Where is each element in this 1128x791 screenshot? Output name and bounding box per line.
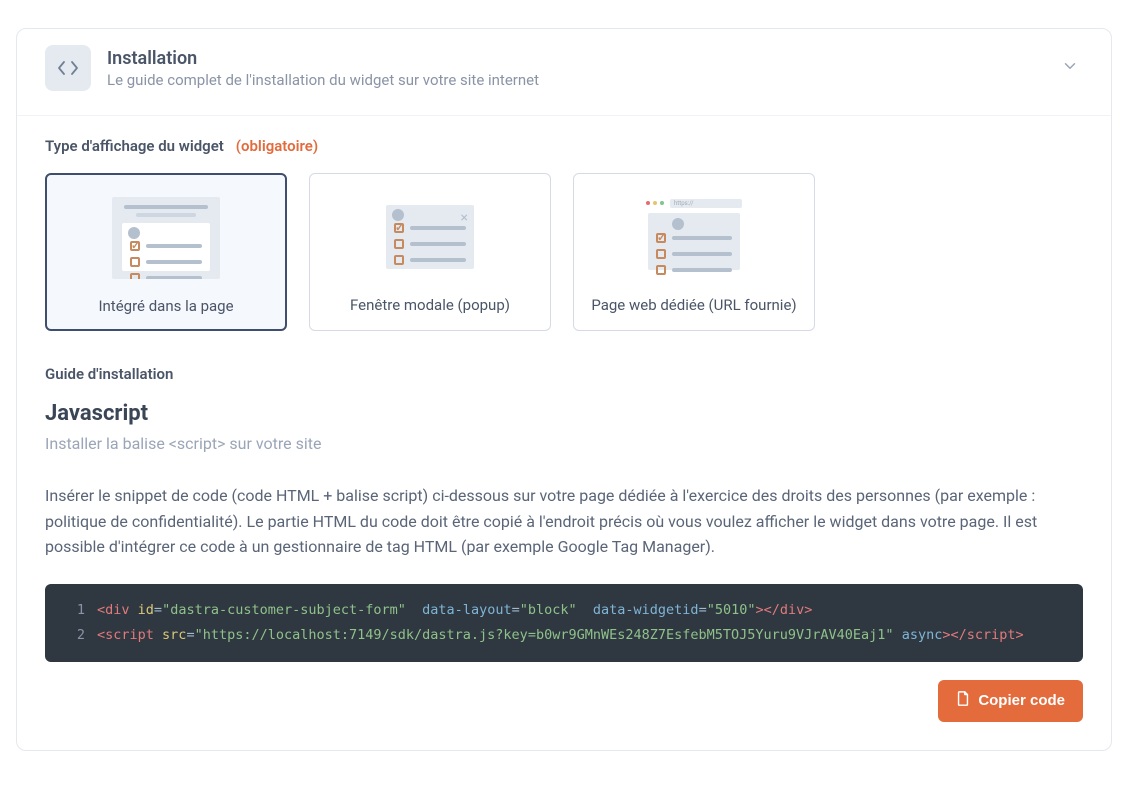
card-body: Type d'affichage du widget (obligatoire)… <box>17 115 1111 750</box>
display-options: Intégré dans la page × <box>45 173 1083 331</box>
header-subtitle: Le guide complet de l'installation du wi… <box>107 71 1041 89</box>
required-tag: (obligatoire) <box>236 137 318 155</box>
javascript-sub: Installer la balise <script> sur votre s… <box>45 434 1083 453</box>
line-number: 1 <box>61 598 85 623</box>
option-page-illustration: https:// <box>640 196 748 278</box>
option-label: Fenêtre modale (popup) <box>350 296 510 314</box>
option-label: Page web dédiée (URL fournie) <box>591 296 796 314</box>
guide-label: Guide d'installation <box>45 365 1083 383</box>
header-text: Installation Le guide complet de l'insta… <box>107 48 1041 89</box>
display-type-label: Type d'affichage du widget <box>45 137 224 155</box>
line-number: 2 <box>61 623 85 648</box>
copy-icon <box>956 691 970 711</box>
header-title: Installation <box>107 48 1041 69</box>
copy-code-button[interactable]: Copier code <box>938 680 1083 722</box>
copy-button-label: Copier code <box>978 692 1065 709</box>
option-inline-illustration <box>112 197 220 279</box>
option-modal[interactable]: × Fenêtre modale (popup) <box>309 173 551 331</box>
instructions-paragraph: Insérer le snippet de code (code HTML + … <box>45 483 1083 560</box>
option-inline[interactable]: Intégré dans la page <box>45 173 287 331</box>
option-modal-illustration: × <box>376 196 484 278</box>
code-icon <box>45 45 91 91</box>
card-header[interactable]: Installation Le guide complet de l'insta… <box>17 29 1111 107</box>
chevron-down-icon[interactable] <box>1057 56 1083 80</box>
display-type-row: Type d'affichage du widget (obligatoire) <box>45 136 1083 155</box>
actions-row: Copier code <box>45 680 1083 722</box>
option-label: Intégré dans la page <box>98 297 233 315</box>
code-snippet[interactable]: 1<div id="dastra-customer-subject-form" … <box>45 584 1083 662</box>
javascript-title: Javascript <box>45 401 1083 426</box>
option-dedicated-page[interactable]: https:// Page web dédiée (URL fournie) <box>573 173 815 331</box>
installation-card: Installation Le guide complet de l'insta… <box>16 28 1112 751</box>
